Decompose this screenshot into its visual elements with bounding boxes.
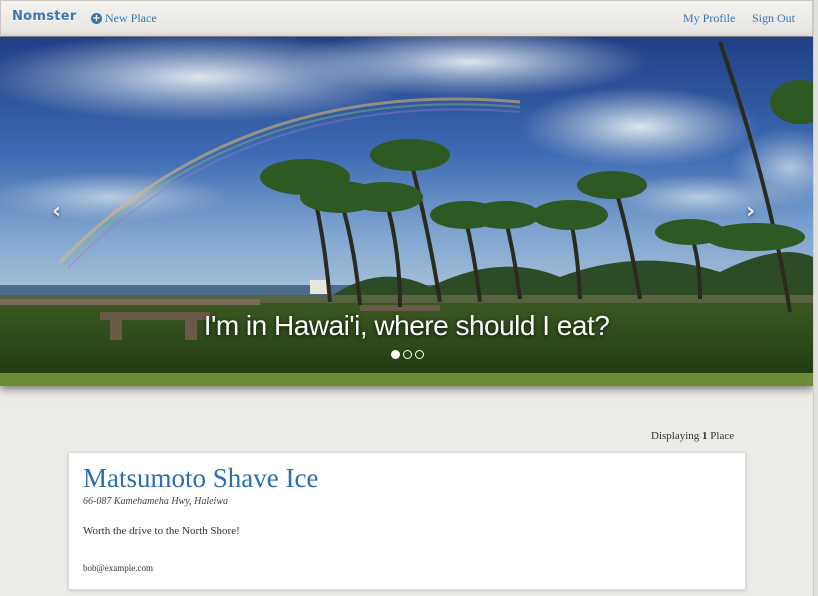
- carousel-next-icon[interactable]: ›: [746, 199, 755, 224]
- place-count: Displaying 1 Place: [651, 430, 734, 442]
- page-scrollbar[interactable]: [813, 0, 818, 596]
- sign-out-link[interactable]: Sign Out: [752, 11, 795, 26]
- carousel-indicator-1[interactable]: [391, 350, 400, 359]
- carousel-indicator-3[interactable]: [415, 350, 424, 359]
- navbar: Nomster + New Place My Profile Sign Out: [0, 0, 813, 37]
- my-profile-link[interactable]: My Profile: [683, 11, 735, 26]
- brand-logo[interactable]: Nomster: [12, 9, 77, 24]
- place-email: bob@example.com: [83, 563, 154, 573]
- carousel-indicator-2[interactable]: [403, 350, 412, 359]
- hero-carousel: ‹ › I'm in Hawai'i, where should I eat?: [0, 37, 813, 386]
- carousel-caption: I'm in Hawai'i, where should I eat?: [203, 310, 610, 341]
- new-place-label: New Place: [105, 11, 157, 25]
- count-prefix: Displaying: [651, 430, 700, 442]
- count-value: 1: [702, 430, 708, 442]
- place-name-link[interactable]: Matsumoto Shave Ice: [83, 463, 318, 494]
- carousel-prev-icon[interactable]: ‹: [52, 199, 61, 224]
- place-description: Worth the drive to the North Shore!: [83, 525, 240, 537]
- carousel-indicators: [391, 350, 424, 359]
- place-address: 66-087 Kamehameha Hwy, Haleiwa: [83, 496, 228, 507]
- place-card: Matsumoto Shave Ice 66-087 Kamehameha Hw…: [68, 452, 746, 590]
- new-place-link[interactable]: + New Place: [91, 11, 157, 26]
- plus-circle-icon: +: [91, 12, 102, 24]
- count-suffix: Place: [710, 430, 735, 442]
